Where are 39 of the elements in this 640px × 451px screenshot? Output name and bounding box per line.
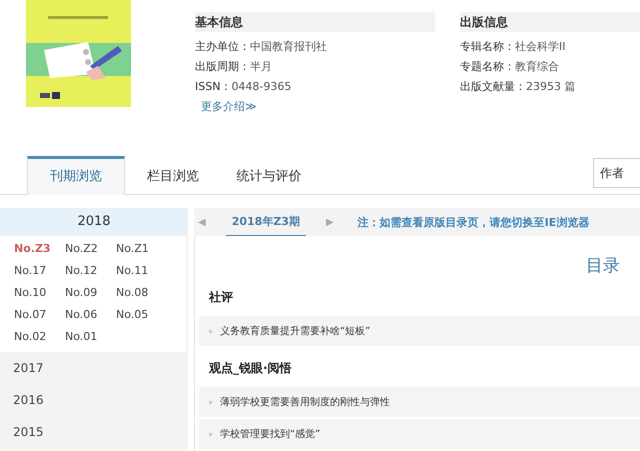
issue-link[interactable]: No.12 [65, 260, 116, 282]
search-field[interactable]: 作者 [593, 158, 640, 188]
issue-link[interactable]: No.08 [116, 282, 167, 304]
year-item[interactable]: 2018 [0, 208, 188, 236]
info-field: 专题名称：教育综合 [460, 57, 640, 77]
info-field: 出版周期：半月 [195, 57, 435, 77]
info-field: 出版文献量：23953 篇 [460, 77, 640, 97]
article-row[interactable]: 学校管理要找到“感觉” [199, 419, 640, 449]
issue-link[interactable]: No.09 [65, 282, 116, 304]
year-item[interactable]: 2016 [0, 384, 188, 416]
issue-link[interactable]: No.06 [65, 304, 116, 326]
info-field: 主办单位：中国教育报刊社 [195, 37, 435, 57]
toc-title: 目录 [586, 255, 620, 277]
section-heading: 基本信息 [195, 12, 435, 32]
issue-link[interactable]: No.02 [14, 326, 65, 348]
issue-link[interactable]: No.Z2 [65, 238, 116, 260]
section-heading: 观点_锐眼·阅悟 [209, 360, 293, 377]
current-issue: 2018年Z3期 [226, 208, 306, 236]
issue-link[interactable]: No.Z3 [14, 238, 65, 260]
article-row[interactable]: 薄弱学校更需要善用制度的刚性与弹性 [199, 387, 640, 417]
section-heading: 社评 [209, 289, 234, 306]
issue-link[interactable]: No.10 [14, 282, 65, 304]
issue-link[interactable]: No.07 [14, 304, 65, 326]
browser-note: 注：如需查看原版目录页，请您切换至IE浏览器 [358, 214, 590, 230]
issue-link[interactable]: No.05 [116, 304, 167, 326]
info-field: ISSN：0448-9365 [195, 77, 435, 97]
more-link[interactable]: 更多介绍≫ [201, 97, 257, 117]
tab[interactable]: 刊期浏览 [27, 156, 125, 195]
year-item[interactable]: 2017 [0, 352, 188, 384]
section-heading: 出版信息 [460, 12, 640, 32]
issue-link[interactable]: No.Z1 [116, 238, 167, 260]
issue-link[interactable]: No.01 [65, 326, 116, 348]
tab[interactable]: 统计与评价 [221, 156, 317, 195]
issue-link[interactable]: No.17 [14, 260, 65, 282]
tab[interactable]: 栏目浏览 [125, 156, 221, 195]
article-row[interactable]: 义务教育质量提升需要补啥“短板” [199, 316, 640, 346]
info-field: 专辑名称：社会科学II [460, 37, 640, 57]
issue-link[interactable]: No.11 [116, 260, 167, 282]
year-item[interactable]: 2015 [0, 416, 188, 448]
